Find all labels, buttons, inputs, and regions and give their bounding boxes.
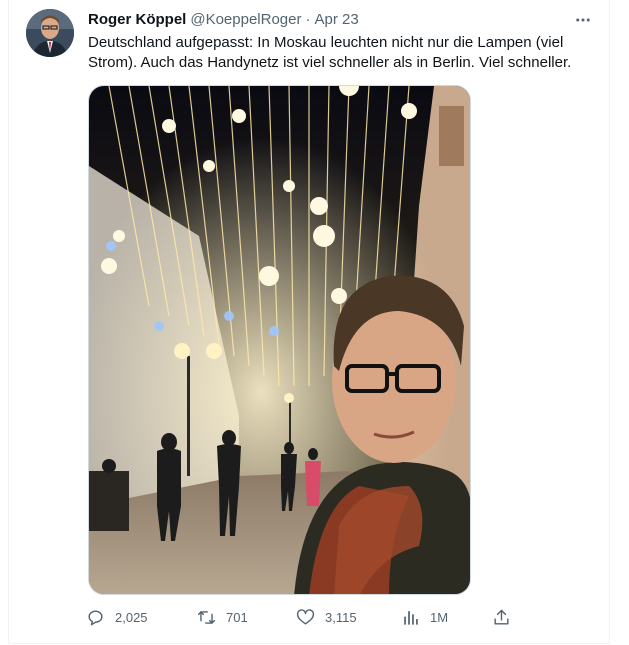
tweet-text-line-1: Deutschland aufgepasst: In Moskau leucht… xyxy=(88,34,564,51)
retweet-icon xyxy=(197,611,216,624)
views-count: 1M xyxy=(430,610,449,625)
author-handle[interactable]: @KoeppelRoger xyxy=(190,11,301,28)
selfie-street-lights-image xyxy=(89,86,470,594)
retweet-count: 701 xyxy=(226,610,248,625)
avatar-photo xyxy=(26,9,74,57)
avatar[interactable] xyxy=(26,9,74,57)
author-name[interactable]: Roger Köppel xyxy=(88,11,186,28)
reply-button[interactable]: 2,025 xyxy=(86,608,148,627)
retweet-button[interactable]: 701 xyxy=(197,608,248,627)
reply-count: 2,025 xyxy=(115,610,148,625)
more-horizontal-icon xyxy=(576,18,590,22)
separator: · xyxy=(305,11,311,28)
views-button[interactable]: 1M xyxy=(401,608,448,627)
share-icon xyxy=(494,609,509,625)
analytics-icon xyxy=(404,611,418,625)
tweet-photo[interactable] xyxy=(88,85,471,595)
reply-icon xyxy=(88,610,103,626)
like-button[interactable]: 3,115 xyxy=(296,608,357,627)
heart-icon xyxy=(296,609,315,625)
tweet-header: Roger Köppel @KoeppelRoger · Apr 23 xyxy=(88,11,359,28)
more-options-button[interactable] xyxy=(573,10,593,30)
tweet-date[interactable]: Apr 23 xyxy=(314,11,358,28)
tweet-text-line-2: Strom). Auch das Handynetz ist viel schn… xyxy=(88,54,572,71)
tweet-actions: 2,025 701 3,115 1M xyxy=(86,608,516,630)
like-count: 3,115 xyxy=(325,610,357,625)
share-button[interactable] xyxy=(492,608,511,627)
tweet-text: Deutschland aufgepasst: In Moskau leucht… xyxy=(88,33,593,73)
